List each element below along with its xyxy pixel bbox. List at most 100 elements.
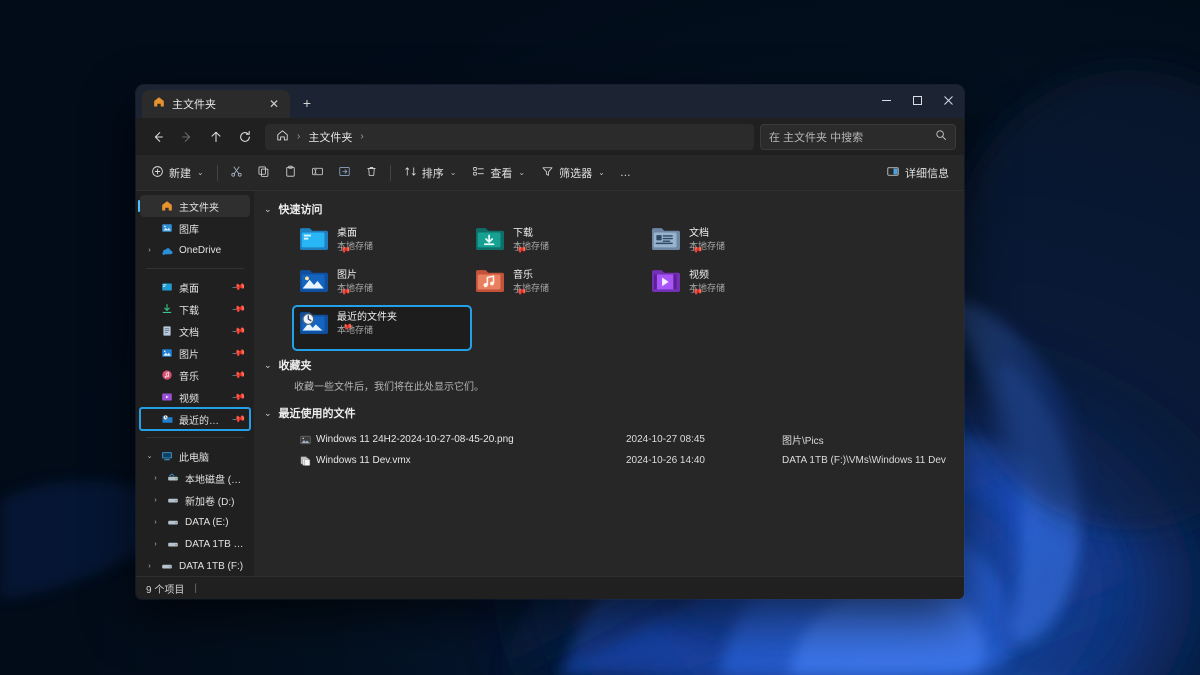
sidebar-item-home[interactable]: 主文件夹 — [138, 195, 250, 217]
pin-icon[interactable]: 📌 — [231, 301, 246, 316]
sidebar-item-label: DATA (E:) — [185, 516, 229, 528]
chevron-down-icon: ⌄ — [598, 168, 605, 177]
sidebar-item-desktop[interactable]: 桌面 📌 — [140, 276, 250, 298]
pin-icon[interactable]: 📌 — [231, 411, 246, 426]
more-button[interactable]: … — [614, 160, 637, 186]
chevron-down-icon[interactable]: ⌄ — [264, 204, 272, 215]
pictures-folder-icon — [300, 269, 328, 292]
sidebar-item-label: DATA 1TB (F:) — [185, 538, 244, 550]
quick-access-item-desktop[interactable]: 桌面 本地存储 📌 — [294, 223, 470, 265]
sidebar-item-label: 图库 — [179, 224, 199, 236]
sidebar-item-music[interactable]: 音乐 📌 — [140, 364, 250, 386]
chevron-right-icon[interactable]: › — [150, 519, 161, 526]
breadcrumb-separator-trailing[interactable]: › — [359, 131, 364, 142]
view-button[interactable]: 查看 ⌄ — [465, 160, 532, 186]
file-name: Windows 11 Dev.vmx — [316, 455, 411, 466]
quick-access-title: 快速访问 — [278, 204, 323, 216]
quick-access-header[interactable]: ⌄ 快速访问 — [264, 199, 964, 219]
desktop-icon — [160, 281, 174, 293]
pin-icon[interactable]: 📌 — [231, 367, 246, 382]
pin-icon[interactable]: 📌 — [231, 279, 246, 294]
recent-files-header[interactable]: ⌄ 最近使用的文件 — [264, 403, 964, 423]
sidebar-item-videos[interactable]: 视频 📌 — [140, 386, 250, 408]
pin-icon[interactable]: 📌 — [231, 323, 246, 338]
sidebar-item-drive-d[interactable]: › 新加卷 (D:) — [140, 489, 250, 511]
chevron-down-icon[interactable]: ⌄ — [264, 360, 272, 371]
vmx-file-icon — [294, 455, 316, 467]
sort-icon — [404, 165, 417, 181]
breadcrumb-home[interactable] — [271, 127, 294, 147]
recent-folder-icon — [160, 413, 174, 425]
maximize-button[interactable] — [902, 85, 933, 115]
quick-access-item-recent-folders[interactable]: 最近的文件夹 本地存储 📌 — [292, 305, 472, 351]
back-button[interactable] — [144, 124, 172, 150]
sidebar-item-downloads[interactable]: 下载 📌 — [140, 298, 250, 320]
pin-icon[interactable]: 📌 — [231, 389, 246, 404]
table-row[interactable]: Windows 11 24H2-2024-10-27-08-45-20.png … — [294, 429, 964, 450]
search-icon[interactable] — [935, 128, 947, 146]
rename-button[interactable] — [305, 160, 330, 186]
details-pane-button[interactable]: 详细信息 — [879, 160, 956, 186]
refresh-button[interactable] — [231, 124, 259, 150]
sidebar-item-gallery[interactable]: 图库 — [140, 217, 250, 239]
forward-button[interactable] — [173, 124, 201, 150]
sidebar-item-label: OneDrive — [179, 244, 222, 256]
paste-button[interactable] — [278, 160, 303, 186]
sidebar-item-onedrive[interactable]: › OneDrive — [140, 239, 250, 261]
favorites-header[interactable]: ⌄ 收藏夹 — [264, 355, 964, 375]
copy-button[interactable] — [251, 160, 276, 186]
sidebar-item-drive-f[interactable]: › DATA 1TB (F:) — [140, 533, 250, 555]
chevron-right-icon[interactable]: › — [150, 475, 161, 482]
filter-button[interactable]: 筛选器 ⌄ — [534, 160, 612, 186]
sidebar-item-this-pc[interactable]: ⌄ 此电脑 — [140, 445, 250, 467]
pin-icon[interactable]: 📌 — [231, 345, 246, 360]
chevron-down-icon[interactable]: ⌄ — [144, 452, 155, 460]
sidebar-item-pictures[interactable]: 图片 📌 — [140, 342, 250, 364]
new-tab-button[interactable]: + — [294, 90, 320, 116]
system-drive-icon — [166, 472, 180, 484]
copy-icon — [257, 165, 270, 181]
quick-access-item-text: 桌面 本地存储 📌 — [337, 227, 373, 263]
rename-icon — [311, 165, 324, 181]
quick-access-item-documents[interactable]: 文档 本地存储 📌 — [646, 223, 822, 265]
quick-access-item-text: 文档 本地存储 📌 — [689, 227, 725, 263]
breadcrumb-current[interactable]: 主文件夹 — [303, 127, 357, 147]
sidebar-item-drive-e[interactable]: › DATA (E:) — [140, 511, 250, 533]
tab-home-folder[interactable]: 主文件夹 ✕ — [142, 90, 290, 118]
sidebar-item-drive-c[interactable]: › 本地磁盘 (C:) — [140, 467, 250, 489]
favorites-title: 收藏夹 — [278, 360, 312, 372]
search-input[interactable]: 在 主文件夹 中搜索 — [769, 129, 929, 145]
up-button[interactable] — [202, 124, 230, 150]
quick-access-item-pictures[interactable]: 图片 本地存储 📌 — [294, 265, 470, 307]
command-bar: 新建 ⌄ 排序 ⌄ 查看 ⌄ 筛选器 ⌄ … 详细信息 — [136, 155, 964, 191]
drive-icon — [166, 516, 180, 528]
close-tab-icon[interactable]: ✕ — [266, 96, 282, 112]
minimize-button[interactable] — [871, 85, 902, 115]
address-bar[interactable]: › 主文件夹 › — [265, 123, 754, 150]
search-box[interactable]: 在 主文件夹 中搜索 — [760, 123, 956, 150]
cut-button[interactable] — [224, 160, 249, 186]
sort-button[interactable]: 排序 ⌄ — [397, 160, 464, 186]
documents-icon — [160, 325, 174, 337]
details-pane-icon — [886, 165, 900, 181]
new-button[interactable]: 新建 ⌄ — [144, 160, 211, 186]
close-button[interactable] — [933, 85, 964, 115]
sidebar-item-documents[interactable]: 文档 📌 — [140, 320, 250, 342]
sidebar-item-recent-folders[interactable]: 最近的文件夹 📌 — [139, 407, 251, 431]
sidebar-item-label: DATA 1TB (F:) — [179, 560, 244, 572]
quick-access-item-text: 视频 本地存储 📌 — [689, 269, 725, 305]
chevron-right-icon[interactable]: › — [150, 541, 161, 548]
chevron-down-icon[interactable]: ⌄ — [264, 408, 272, 419]
chevron-right-icon[interactable]: › — [150, 497, 161, 504]
share-button[interactable] — [332, 160, 357, 186]
sidebar-item-drive-f-root[interactable]: › DATA 1TB (F:) — [140, 555, 250, 576]
quick-access-item-music[interactable]: 音乐 本地存储 📌 — [470, 265, 646, 307]
quick-access-item-videos[interactable]: 视频 本地存储 📌 — [646, 265, 822, 307]
quick-access-item-text: 音乐 本地存储 📌 — [513, 269, 549, 305]
delete-button[interactable] — [359, 160, 384, 186]
table-row[interactable]: Windows 11 Dev.vmx 2024-10-26 14:40 DATA… — [294, 450, 964, 471]
chevron-right-icon[interactable]: › — [144, 247, 155, 254]
item-count: 9 个项目 — [146, 584, 185, 596]
chevron-right-icon[interactable]: › — [144, 563, 155, 570]
quick-access-item-downloads[interactable]: 下载 本地存储 📌 — [470, 223, 646, 265]
